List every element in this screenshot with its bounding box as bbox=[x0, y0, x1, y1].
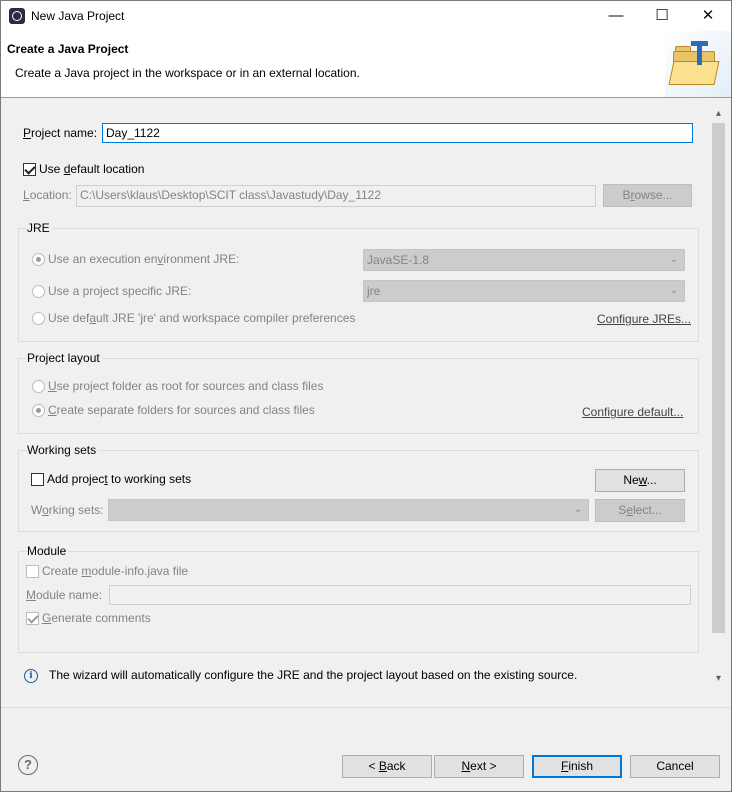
create-module-info-checkbox[interactable] bbox=[26, 565, 39, 578]
project-name-label: Project name: bbox=[23, 126, 98, 140]
use-default-location-label: Use default location bbox=[39, 162, 145, 176]
create-module-info-label: Create module-info.java file bbox=[42, 564, 189, 578]
default-jre-label: Use default JRE 'jre' and workspace comp… bbox=[48, 311, 356, 325]
module-title: Module bbox=[27, 544, 69, 558]
browse-button[interactable]: Browse... bbox=[603, 184, 692, 207]
info-message: The wizard will automatically configure … bbox=[49, 668, 578, 682]
back-button[interactable]: < Back bbox=[342, 755, 432, 778]
select-working-sets-button[interactable]: Select... bbox=[595, 499, 685, 522]
new-working-set-button[interactable]: New... bbox=[595, 469, 685, 492]
module-name-input[interactable] bbox=[109, 585, 691, 605]
use-default-location-checkbox[interactable] bbox=[23, 163, 36, 176]
next-button[interactable]: Next > bbox=[434, 755, 524, 778]
separate-folders-radio[interactable] bbox=[32, 404, 45, 417]
project-layout-title: Project layout bbox=[27, 351, 102, 365]
eclipse-app-icon bbox=[9, 8, 25, 24]
finish-button[interactable]: Finish bbox=[532, 755, 622, 778]
project-name-input[interactable]: Day_1122 bbox=[102, 123, 693, 143]
project-root-radio[interactable] bbox=[32, 380, 45, 393]
working-sets-title: Working sets bbox=[27, 443, 99, 457]
execution-environment-select[interactable]: JavaSE-1.8 ⌄ bbox=[363, 249, 685, 271]
add-to-working-sets-label: Add project to working sets bbox=[47, 472, 192, 486]
new-java-project-folder-icon bbox=[665, 31, 731, 97]
project-specific-jre-select[interactable]: jre ⌄ bbox=[363, 280, 685, 302]
execution-environment-radio[interactable] bbox=[32, 253, 45, 266]
separate-folders-label: Create separate folders for sources and … bbox=[48, 403, 315, 417]
vertical-scrollbar[interactable]: ▴ ▾ bbox=[710, 105, 727, 687]
project-specific-jre-radio[interactable] bbox=[32, 285, 45, 298]
jre-group-title: JRE bbox=[27, 221, 52, 235]
minimize-icon[interactable]: — bbox=[593, 1, 639, 31]
chevron-down-icon: ⌄ bbox=[573, 504, 582, 515]
configure-jres-link[interactable]: Configure JREs... bbox=[597, 312, 691, 326]
chevron-down-icon: ⌄ bbox=[669, 285, 678, 296]
help-icon[interactable]: ? bbox=[18, 755, 38, 775]
generate-comments-label: Generate comments bbox=[42, 611, 151, 625]
execution-environment-label: Use an execution environment JRE: bbox=[48, 252, 240, 266]
working-sets-label: Working sets: bbox=[31, 503, 104, 517]
banner-title: Create a Java Project bbox=[7, 42, 129, 56]
close-icon[interactable]: ✕ bbox=[685, 1, 731, 31]
banner-description: Create a Java project in the workspace o… bbox=[15, 66, 360, 80]
scrollbar-thumb[interactable] bbox=[712, 123, 725, 633]
scroll-up-icon[interactable]: ▴ bbox=[710, 105, 727, 122]
location-label: Location: bbox=[23, 188, 72, 202]
title-bar: New Java Project — ☐ ✕ bbox=[1, 1, 731, 31]
new-java-project-dialog: New Java Project — ☐ ✕ Create a Java Pro… bbox=[0, 0, 732, 792]
dialog-footer: ? < Back Next > Finish Cancel bbox=[1, 707, 731, 792]
info-icon: i bbox=[24, 669, 38, 683]
add-to-working-sets-checkbox[interactable] bbox=[31, 473, 44, 486]
maximize-icon[interactable]: ☐ bbox=[639, 1, 685, 31]
configure-default-link[interactable]: Configure default... bbox=[582, 405, 683, 419]
cancel-button[interactable]: Cancel bbox=[630, 755, 720, 778]
module-name-label: Module name: bbox=[26, 588, 103, 602]
location-input[interactable]: C:\Users\klaus\Desktop\SCIT class\Javast… bbox=[76, 185, 596, 207]
scroll-down-icon[interactable]: ▾ bbox=[710, 670, 727, 687]
generate-comments-checkbox[interactable] bbox=[26, 612, 39, 625]
project-specific-jre-label: Use a project specific JRE: bbox=[48, 284, 192, 298]
chevron-down-icon: ⌄ bbox=[669, 254, 678, 265]
window-title: New Java Project bbox=[31, 9, 125, 23]
working-sets-select[interactable]: ⌄ bbox=[108, 499, 589, 521]
project-layout-group bbox=[18, 358, 699, 434]
wizard-banner: Create a Java Project Create a Java proj… bbox=[1, 31, 731, 98]
default-jre-radio[interactable] bbox=[32, 312, 45, 325]
project-root-label: Use project folder as root for sources a… bbox=[48, 379, 324, 393]
